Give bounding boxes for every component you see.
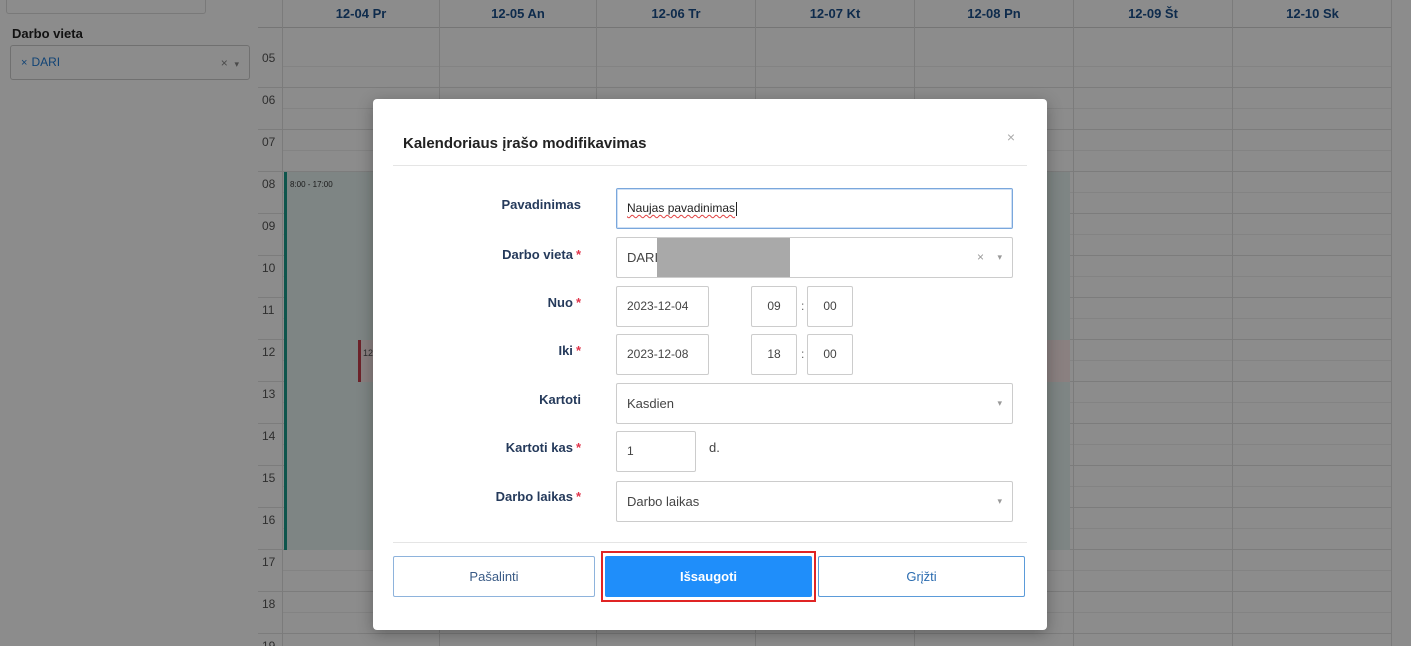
to-date-input[interactable]: 2023-12-08 <box>616 334 709 375</box>
workplace-label: Darbo vieta * <box>502 247 581 262</box>
modal-title: Kalendoriaus įrašo modifikavimas <box>403 135 647 152</box>
repeat-value: Kasdien <box>627 396 674 411</box>
name-label: Pavadinimas <box>501 197 582 212</box>
worktime-value: Darbo laikas <box>627 494 700 509</box>
clear-icon[interactable]: × <box>977 238 984 277</box>
delete-button[interactable]: Pašalinti <box>393 556 595 597</box>
workplace-value: DARI <box>627 250 659 265</box>
to-minute-input[interactable]: 00 <box>807 334 853 375</box>
close-icon[interactable]: × <box>1007 129 1015 145</box>
divider <box>393 542 1027 543</box>
time-separator: : <box>801 299 805 313</box>
repeat-label: Kartoti <box>539 392 581 407</box>
time-separator: : <box>801 347 805 361</box>
redacted-block <box>657 238 790 277</box>
repeat-every-unit: d. <box>709 440 720 455</box>
save-button[interactable]: Išsaugoti <box>605 556 812 597</box>
from-date-input[interactable]: 2023-12-04 <box>616 286 709 327</box>
divider <box>393 165 1027 166</box>
repeat-select[interactable]: Kasdien ▾ <box>616 383 1013 424</box>
workplace-select[interactable]: DARI × ▾ <box>616 237 1013 278</box>
chevron-down-icon[interactable]: ▾ <box>997 482 1002 521</box>
from-hour-input[interactable]: 09 <box>751 286 797 327</box>
name-input[interactable]: Naujas pavadinimas <box>616 188 1013 229</box>
edit-calendar-entry-modal: Kalendoriaus įrašo modifikavimas × Pavad… <box>373 99 1047 630</box>
repeat-every-input[interactable]: 1 <box>616 431 696 472</box>
repeat-every-label: Kartoti kas * <box>505 440 581 455</box>
chevron-down-icon[interactable]: ▾ <box>997 238 1002 277</box>
back-button[interactable]: Grįžti <box>818 556 1025 597</box>
from-label: Nuo * <box>547 295 581 310</box>
from-minute-input[interactable]: 00 <box>807 286 853 327</box>
worktime-select[interactable]: Darbo laikas ▾ <box>616 481 1013 522</box>
to-hour-input[interactable]: 18 <box>751 334 797 375</box>
worktime-label: Darbo laikas * <box>495 489 581 504</box>
to-label: Iki * <box>558 343 581 358</box>
chevron-down-icon[interactable]: ▾ <box>997 384 1002 423</box>
